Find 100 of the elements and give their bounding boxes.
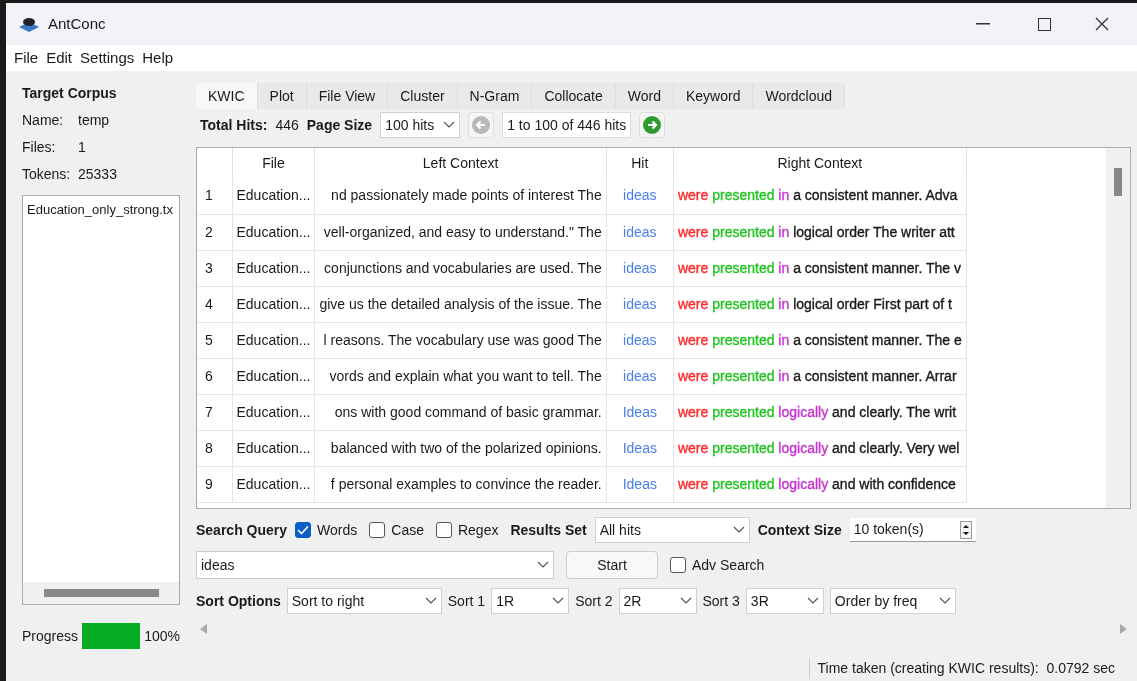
tab[interactable]: Plot: [257, 83, 307, 109]
left-context-cell: balanced with two of the polarized opinions.: [330, 439, 602, 456]
field-label: Files:: [22, 138, 57, 157]
spinner-arrows-icon[interactable]: [959, 520, 972, 539]
field-value: 25333: [78, 165, 117, 184]
file-cell: Education...: [236, 331, 311, 348]
left-context-cell: nd passionately made points of interest The: [331, 187, 602, 204]
sort-label: Sort 2: [575, 591, 613, 611]
menu-item[interactable]: Help: [142, 46, 174, 70]
checkbox-label: Words: [317, 520, 358, 540]
page-size-dropdown[interactable]: 100 hits: [380, 112, 461, 138]
checkbox-label: Regex: [457, 520, 499, 540]
left-context-cell: f personal examples to convince the reader.: [330, 475, 602, 492]
menu-item[interactable]: File: [14, 46, 39, 70]
checkbox[interactable]: [295, 522, 312, 538]
hit-cell: Ideas: [622, 475, 657, 492]
right-context-cell: were presented in logical order The writer att: [677, 223, 955, 240]
row-number: 1: [205, 187, 213, 204]
scrollbar-thumb[interactable]: [43, 589, 159, 597]
order-dropdown[interactable]: Order by freq: [829, 588, 956, 614]
tab[interactable]: Keyword: [673, 83, 754, 109]
progress-reading: 100%: [144, 626, 180, 646]
chevron-down-icon: [537, 561, 549, 569]
row-number: 9: [205, 475, 213, 492]
results-set-label: Results Set: [510, 520, 587, 540]
file-cell: Education...: [236, 223, 311, 240]
left-context-cell: l reasons. The vocabulary use was good The: [323, 331, 602, 348]
sort-dropdown[interactable]: 3R: [745, 588, 824, 614]
column-header[interactable]: Right Context: [777, 154, 863, 171]
left-context-cell: conjunctions and vocabularies are used. The: [324, 259, 602, 276]
row-number: 6: [205, 367, 213, 384]
right-context-cell: were presented logically and clearly. Very wel: [677, 439, 960, 456]
left-context-cell: vell-organized, and easy to understand." The: [323, 223, 602, 240]
file-cell: Education...: [236, 439, 311, 456]
chevron-down-icon: [732, 526, 745, 534]
sort-label: Sort 3: [702, 591, 740, 611]
query-field[interactable]: ideas: [196, 551, 554, 579]
chevron-down-icon: [443, 121, 456, 129]
results-set-dropdown[interactable]: All hits: [594, 517, 750, 543]
column-header[interactable]: Hit: [631, 154, 649, 171]
context-size-spinner[interactable]: 10 token(s): [849, 518, 976, 542]
hit-cell: Ideas: [622, 403, 657, 420]
hit-cell: ideas: [623, 331, 657, 348]
row-number: 3: [205, 259, 213, 276]
column-header[interactable]: File: [262, 154, 285, 171]
checkbox[interactable]: [670, 557, 686, 573]
chevron-down-icon: [806, 597, 819, 605]
tab[interactable]: Collocate: [532, 83, 616, 109]
next-page-button[interactable]: [639, 112, 666, 138]
tab[interactable]: KWIC: [196, 83, 258, 109]
file-cell: Education...: [236, 187, 311, 204]
sort-mode-dropdown[interactable]: Sort to right: [286, 588, 442, 614]
search-query-label: Search Query: [196, 520, 288, 540]
sort-label: Sort 1: [447, 591, 486, 611]
sort-dropdown[interactable]: 1R: [491, 588, 570, 614]
chevron-down-icon: [938, 597, 951, 605]
maximize-icon[interactable]: [1038, 17, 1051, 31]
chevron-down-icon: [679, 597, 692, 605]
scrollbar-thumb[interactable]: [1114, 168, 1122, 196]
hit-cell: ideas: [623, 367, 657, 384]
tab[interactable]: Wordcloud: [753, 83, 846, 109]
app-logo-icon: [18, 15, 40, 33]
file-cell: Education...: [236, 475, 311, 492]
status-text: Time taken (creating KWIC results): 0.0792 sec: [808, 657, 1131, 679]
hit-cell: ideas: [623, 259, 657, 276]
hit-cell: Ideas: [622, 439, 657, 456]
right-context-cell: were presented in logical order First part of t: [677, 295, 952, 312]
checkbox[interactable]: [435, 522, 452, 538]
field-value: 1: [78, 138, 86, 157]
progress-label: Progress: [22, 626, 79, 646]
page-size-label: Page Size: [306, 115, 373, 135]
checkbox[interactable]: [369, 522, 386, 538]
chevron-down-icon: [424, 597, 437, 605]
sort-options-label: Sort Options: [196, 591, 281, 611]
left-context-cell: give us the detailed analysis of the issue. The: [319, 295, 602, 312]
total-hits-value: 446: [275, 115, 299, 135]
file-cell: Education...: [236, 259, 311, 276]
close-icon[interactable]: [1095, 17, 1109, 31]
context-size-label: Context Size: [757, 520, 842, 540]
right-context-cell: were presented logically and with confidence: [677, 475, 956, 492]
menu-item[interactable]: Edit: [46, 46, 73, 70]
row-number: 2: [205, 223, 213, 240]
column-header[interactable]: Left Context: [422, 154, 499, 171]
file-list-item[interactable]: Education_only_strong.tx: [23, 196, 179, 220]
total-hits-label: Total Hits:: [200, 115, 268, 135]
tab[interactable]: Word: [615, 83, 674, 109]
sort-dropdown[interactable]: 2R: [618, 588, 697, 614]
right-context-cell: were presented in a consistent manner. The e: [677, 331, 962, 348]
corpus-heading: Target Corpus: [22, 84, 118, 103]
tab[interactable]: N-Gram: [457, 83, 533, 109]
checkbox-label: Adv Search: [692, 555, 765, 575]
minimize-icon[interactable]: [976, 23, 990, 25]
hit-cell: ideas: [623, 187, 657, 204]
tab[interactable]: Cluster: [388, 83, 458, 109]
menu-item[interactable]: Settings: [80, 46, 135, 70]
start-button[interactable]: Start: [566, 551, 658, 579]
field-label: Name:: [22, 111, 65, 130]
tab[interactable]: File View: [306, 83, 389, 109]
right-context-cell: were presented in a consistent manner. Arrar: [677, 367, 957, 384]
row-number: 8: [205, 439, 213, 456]
